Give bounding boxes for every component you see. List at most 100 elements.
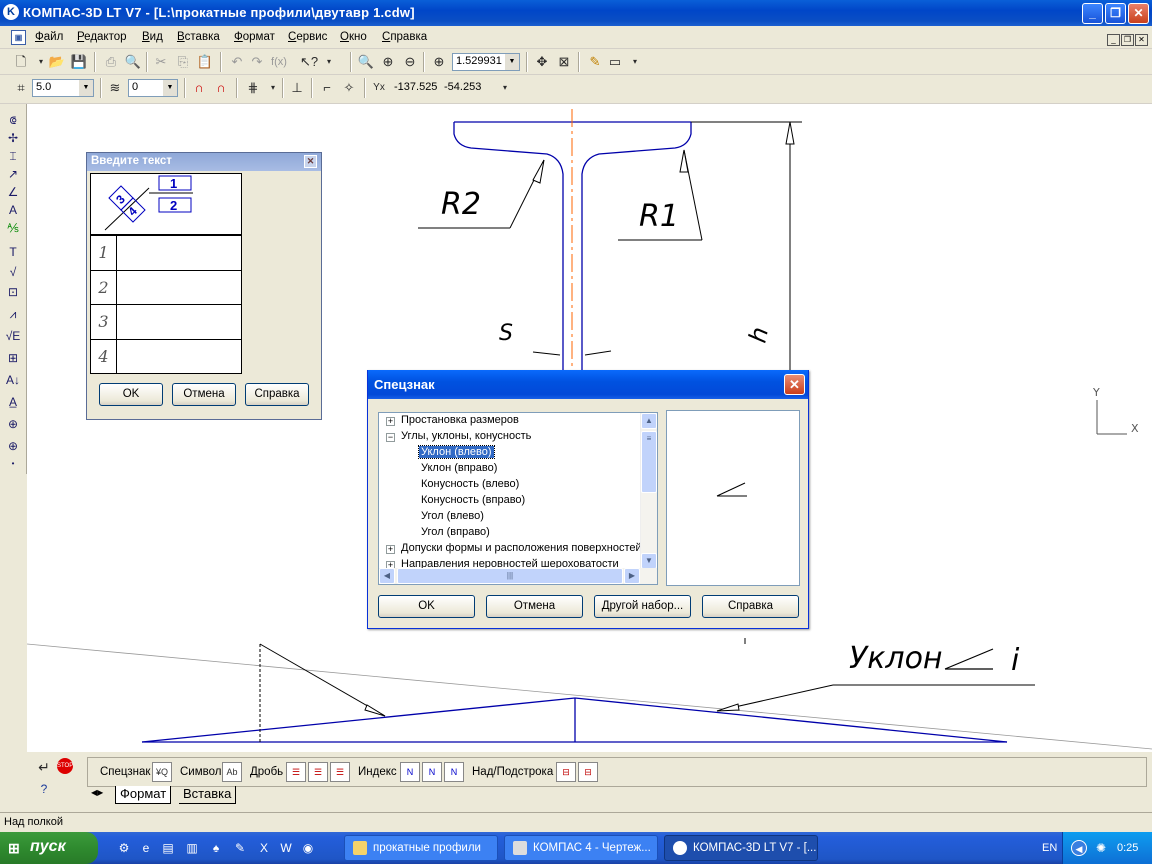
help-dropdown-icon[interactable]: ▾ <box>320 53 338 71</box>
symbols-icon[interactable]: ⌶ <box>4 148 22 164</box>
grid-icon[interactable]: ⋕ <box>244 79 262 97</box>
mdi-restore-button[interactable]: ❐ <box>1121 34 1134 46</box>
display-dropdown-icon[interactable]: ▾ <box>626 53 644 71</box>
text-line-row[interactable]: 2 <box>91 269 241 304</box>
close-icon[interactable]: ✕ <box>304 155 317 168</box>
tree-item-form-tolerances[interactable]: Допуски формы и расположения поверхносте… <box>401 542 642 554</box>
scroll-left-icon[interactable]: ◀ <box>379 568 395 584</box>
scroll-down-icon[interactable]: ▼ <box>641 553 657 569</box>
quicklaunch-settings-icon[interactable]: ⚙ <box>116 840 132 856</box>
redo-icon[interactable]: ↷ <box>248 53 266 71</box>
quicklaunch-paint-icon[interactable]: ✎ <box>232 840 248 856</box>
dimensions-icon[interactable]: ✢ <box>4 130 22 146</box>
save-icon[interactable]: 💾 <box>70 53 88 71</box>
tree-item-taper-right[interactable]: Конусность (вправо) <box>421 494 525 506</box>
symbol-icon[interactable]: Ab <box>222 762 242 782</box>
tree-item-slope-right[interactable]: Уклон (вправо) <box>421 462 497 474</box>
quicklaunch-word-icon[interactable]: W <box>278 840 294 856</box>
zoom-window-icon[interactable]: 🔍 <box>357 53 375 71</box>
layer-combo[interactable]: 0 ▼ <box>128 79 178 97</box>
close-icon[interactable]: ✕ <box>784 374 805 395</box>
copy-icon[interactable]: ⎘ <box>174 53 192 71</box>
grid-dropdown-icon[interactable]: ▾ <box>264 79 282 97</box>
special-sign-tree[interactable]: + Простановка размеров − Углы, уклоны, к… <box>378 412 658 585</box>
mdi-minimize-button[interactable]: _ <box>1107 34 1120 46</box>
subscript-icon[interactable]: ⊟ <box>578 762 598 782</box>
print-icon[interactable]: ⎙ <box>102 53 120 71</box>
chevron-down-icon[interactable]: ▼ <box>163 80 177 96</box>
kompas-app-icon[interactable]: K <box>3 4 19 20</box>
task-kompas4[interactable]: КОМПАС 4 - Чертеж... <box>504 835 658 861</box>
enter-icon[interactable]: ↵ <box>35 758 53 776</box>
help-icon[interactable]: ? <box>35 780 53 798</box>
expand-icon[interactable]: + <box>386 545 395 554</box>
text-dialog-cancel-button[interactable]: Отмена <box>172 383 236 406</box>
text-line-row[interactable]: 4 <box>91 338 241 373</box>
leader-icon[interactable]: ⩘ <box>4 306 22 322</box>
mdi-close-button[interactable]: ✕ <box>1135 34 1148 46</box>
roughness-icon[interactable]: √ <box>4 264 22 280</box>
cursor-step-icon[interactable]: ⌗ <box>12 79 30 97</box>
tree-item-angle-right[interactable]: Угол (вправо) <box>421 526 490 538</box>
close-button[interactable]: ✕ <box>1128 3 1149 24</box>
show-all-icon[interactable]: ⊠ <box>555 53 573 71</box>
scroll-right-icon[interactable]: ▶ <box>624 568 640 584</box>
chevron-down-icon[interactable]: ▼ <box>79 80 93 96</box>
quicklaunch-game-icon[interactable]: ♠ <box>208 840 224 856</box>
task-kompas-lt[interactable]: КОМПАС-3D LT V7 - [... <box>664 835 818 861</box>
menu-insert[interactable]: Вставка <box>177 31 220 43</box>
minimize-button[interactable]: _ <box>1082 3 1103 24</box>
function-icon[interactable]: f(x) <box>270 53 288 71</box>
zoom-in-icon[interactable]: ⊕ <box>379 53 397 71</box>
zoom-scale-icon[interactable]: ⊕ <box>430 53 448 71</box>
scroll-thumb[interactable]: ≡ <box>641 431 657 493</box>
text-dialog-ok-button[interactable]: OK <box>99 383 163 406</box>
special-sign-ok-button[interactable]: OK <box>378 595 475 618</box>
scroll-thumb-horizontal[interactable]: ||| <box>397 568 623 584</box>
task-folder[interactable]: прокатные профили <box>344 835 498 861</box>
fraction-small-icon[interactable]: ☰ <box>286 762 306 782</box>
cut-icon[interactable]: ✂ <box>152 53 170 71</box>
layers-icon[interactable]: ≋ <box>106 79 124 97</box>
tab-insert[interactable]: Вставка <box>179 786 237 804</box>
chevron-down-icon[interactable]: ▼ <box>505 54 519 70</box>
special-sign-icon[interactable]: ¥Q <box>152 762 172 782</box>
tree-horizontal-scrollbar[interactable]: ◀ ||| ▶ <box>379 568 657 584</box>
tree-item-slope-left[interactable]: Уклон (влево) <box>418 445 495 459</box>
other-set-button[interactable]: Другой набор... <box>594 595 691 618</box>
display-mode-icon[interactable]: ▭ <box>606 53 624 71</box>
tray-expand-icon[interactable]: ◀ <box>1071 840 1087 856</box>
stop-icon[interactable]: STOP <box>57 758 73 774</box>
geometry-icon[interactable]: ⟃ <box>4 112 22 128</box>
menu-service[interactable]: Сервис <box>288 31 327 43</box>
orthogonal-icon[interactable]: ⌐ <box>318 79 336 97</box>
index-medium-icon[interactable]: N <box>422 762 442 782</box>
coordinates-dropdown-icon[interactable]: ▾ <box>496 79 514 97</box>
view-icon[interactable]: ⊕ <box>4 416 22 432</box>
parametric-icon[interactable]: ✧ <box>340 79 358 97</box>
document-icon[interactable]: ▣ <box>11 30 26 45</box>
center-mark-icon[interactable]: ⊕ <box>4 438 22 454</box>
undo-icon[interactable]: ↶ <box>228 53 246 71</box>
new-document-icon[interactable]: 🗋 <box>12 53 30 71</box>
zoom-out-icon[interactable]: ⊖ <box>401 53 419 71</box>
quicklaunch-media-icon[interactable]: ◉ <box>300 840 316 856</box>
quicklaunch-excel-icon[interactable]: X <box>256 840 272 856</box>
tolerance-icon[interactable]: √E <box>4 328 22 344</box>
table-icon[interactable]: ⊞ <box>4 350 22 366</box>
parametrization-icon[interactable]: ∠ <box>4 184 22 200</box>
fraction-medium-icon[interactable]: ☰ <box>308 762 328 782</box>
open-folder-icon[interactable]: 📂 <box>48 53 66 71</box>
pan-icon[interactable]: ✥ <box>533 53 551 71</box>
more-icon[interactable]: • <box>4 456 22 472</box>
tray-app-icon[interactable]: ✺ <box>1093 840 1109 856</box>
expand-icon[interactable]: + <box>386 417 395 426</box>
select-icon[interactable]: ⅍ <box>4 220 22 236</box>
scroll-up-icon[interactable]: ▲ <box>641 413 657 429</box>
text-line-row[interactable]: 1 <box>91 235 241 270</box>
superscript-icon[interactable]: ⊟ <box>556 762 576 782</box>
special-sign-help-button[interactable]: Справка <box>702 595 799 618</box>
tab-scroll-icon[interactable]: ◀▶ <box>87 788 107 806</box>
axis-icon[interactable]: A↓ <box>4 372 22 388</box>
tab-format[interactable]: Формат <box>115 786 172 804</box>
